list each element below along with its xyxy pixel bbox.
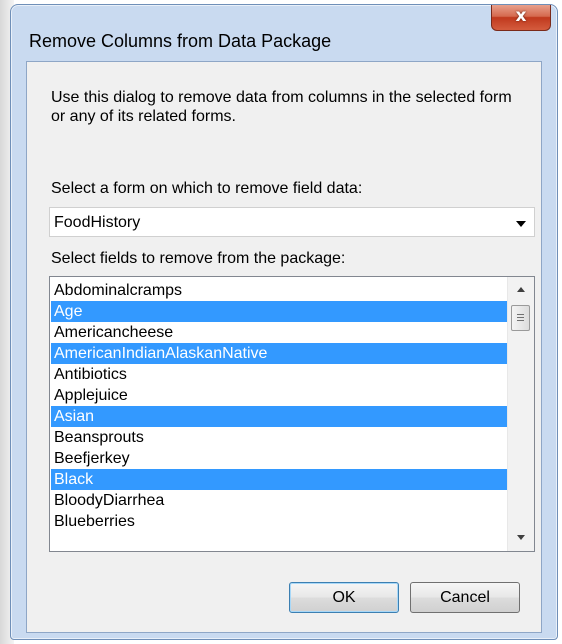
close-icon: x: [515, 6, 527, 26]
list-item[interactable]: AmericanIndianAlaskanNative: [51, 343, 508, 364]
vertical-scrollbar[interactable]: [507, 277, 534, 551]
dialog-description: Use this dialog to remove data from colu…: [51, 89, 512, 125]
cancel-button[interactable]: Cancel: [410, 582, 520, 613]
fields-listbox[interactable]: Abdominalcramps Age Americancheese American…: [49, 276, 535, 552]
scroll-up-button[interactable]: [508, 279, 534, 301]
dialog-window: Remove Columns from Data Package x Use t…: [10, 4, 558, 640]
scroll-up-icon: [517, 287, 525, 292]
fields-list: Abdominalcramps Age Americancheese American…: [51, 280, 508, 532]
list-item[interactable]: Black: [51, 469, 508, 490]
dialog-content: Use this dialog to remove data from colu…: [26, 61, 542, 633]
thumb-grip-line: [517, 314, 524, 315]
title-bar[interactable]: Remove Columns from Data Package x: [11, 5, 557, 61]
list-item[interactable]: Abdominalcramps: [51, 280, 508, 301]
thumb-grip-line: [517, 320, 524, 321]
form-select-label: Select a form on which to remove field d…: [51, 180, 363, 197]
fields-list-label: Select fields to remove from the package…: [51, 250, 346, 267]
list-item[interactable]: Americancheese: [51, 322, 508, 343]
dialog-title: Remove Columns from Data Package: [29, 31, 332, 51]
form-select-value: FoodHistory: [54, 214, 141, 231]
chevron-down-icon: [516, 221, 526, 227]
list-item[interactable]: Blueberries: [51, 511, 508, 532]
list-item[interactable]: BloodyDiarrhea: [51, 490, 508, 511]
thumb-grip-line: [517, 317, 524, 318]
list-item[interactable]: Beansprouts: [51, 427, 508, 448]
scroll-down-button[interactable]: [508, 527, 534, 549]
list-item[interactable]: Asian: [51, 406, 508, 427]
scroll-down-icon: [517, 535, 525, 540]
list-item[interactable]: Applejuice: [51, 385, 508, 406]
form-select-dropdown[interactable]: FoodHistory: [49, 207, 535, 237]
ok-button[interactable]: OK: [289, 582, 399, 613]
scroll-thumb[interactable]: [511, 305, 530, 331]
close-button[interactable]: x: [491, 5, 551, 31]
list-item[interactable]: Beefjerkey: [51, 448, 508, 469]
list-item[interactable]: Antibiotics: [51, 364, 508, 385]
list-item[interactable]: Age: [51, 301, 508, 322]
